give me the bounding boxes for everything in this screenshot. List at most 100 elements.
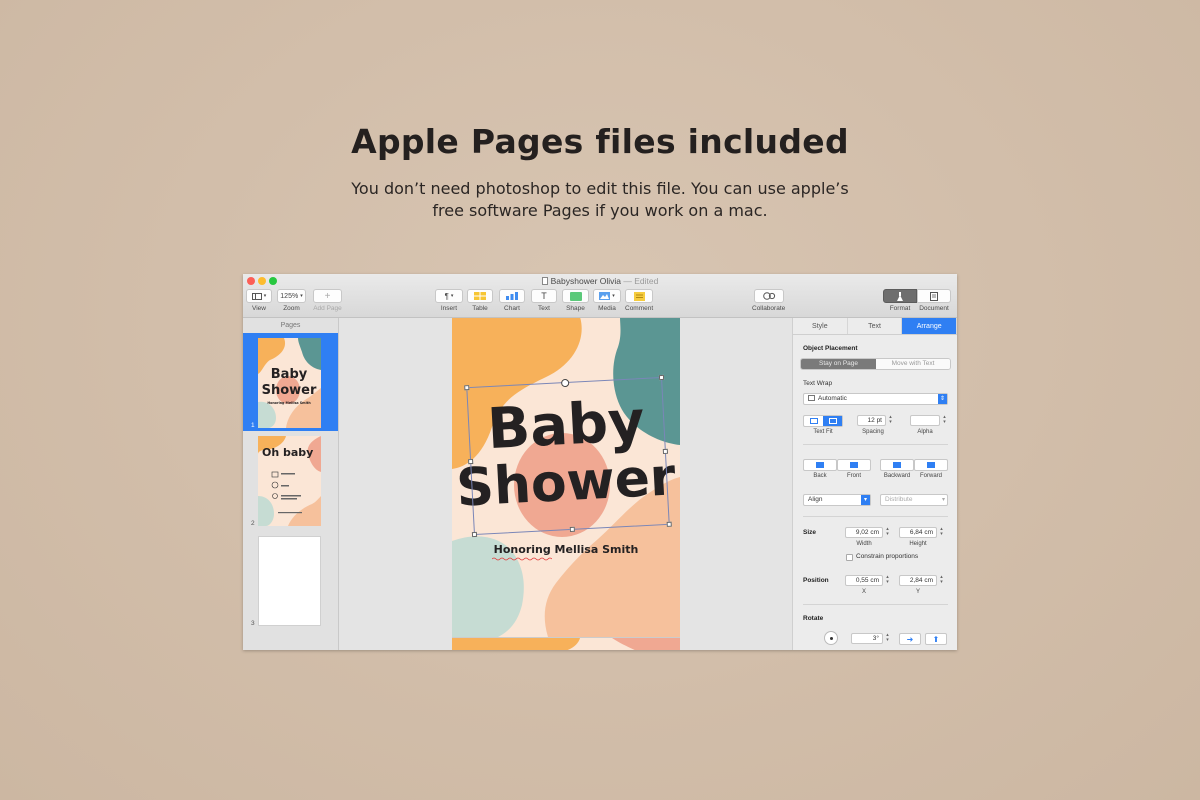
y-position-field[interactable]: 2,84 cm — [899, 575, 937, 586]
bar-chart-icon — [506, 292, 518, 300]
y-label: Y — [915, 589, 920, 595]
text-box-icon: T — [541, 291, 547, 301]
rotate-handle[interactable] — [560, 378, 570, 388]
rotate-dial-indicator — [829, 636, 833, 640]
send-backward-icon — [893, 462, 901, 468]
chevron-down-icon: ▾ — [300, 293, 303, 299]
text-fit-tight-icon — [804, 416, 823, 426]
text-control[interactable]: T Text — [531, 289, 557, 312]
y-position-stepper[interactable]: ▴ ▾ — [939, 575, 944, 586]
table-control[interactable]: Table — [467, 289, 493, 312]
document-page-1[interactable]: Baby Shower Honoring Mellisa Smith — [452, 318, 680, 637]
media-button[interactable]: ▾ — [593, 289, 621, 303]
text-fit-control[interactable] — [803, 415, 843, 427]
selection-box[interactable] — [464, 374, 672, 538]
text-button[interactable]: T — [531, 289, 557, 303]
insert-control[interactable]: ¶ ▾ Insert — [435, 289, 463, 312]
height-field[interactable]: 6,84 cm — [899, 527, 937, 538]
add-page-button[interactable]: + — [313, 289, 342, 303]
zoom-button[interactable]: 125% ▾ — [277, 289, 306, 303]
page-thumbnail-1[interactable]: Baby Shower Honoring Mellisa Smith 1 — [243, 333, 338, 431]
x-position-field[interactable]: 0,55 cm — [845, 575, 883, 586]
distribute-select[interactable]: Distribute ▾ — [880, 494, 948, 506]
spellcheck-underline — [492, 557, 552, 561]
comment-control[interactable]: Comment — [625, 289, 653, 312]
x-position-stepper[interactable]: ▴ ▾ — [885, 575, 890, 586]
honoring-text[interactable]: Honoring Mellisa Smith — [452, 543, 680, 556]
zoom-control[interactable]: 125% ▾ Zoom — [277, 289, 306, 312]
collaborate-icon — [762, 292, 775, 300]
collaborate-control[interactable]: Collaborate — [752, 289, 785, 312]
flip-vertical-button[interactable]: ⬆ — [925, 633, 947, 645]
view-button[interactable]: ▾ — [246, 289, 272, 303]
page-1-artwork: Baby Shower Honoring Mellisa Smith — [258, 338, 321, 428]
angle-field[interactable]: 3° — [851, 633, 883, 644]
svg-text:Oh baby: Oh baby — [262, 446, 313, 459]
height-stepper[interactable]: ▴ ▾ — [939, 527, 944, 538]
comment-button[interactable] — [625, 289, 653, 303]
document-page-2[interactable] — [452, 637, 680, 650]
back-label: Back — [813, 473, 827, 479]
constrain-proportions-checkbox[interactable] — [846, 554, 853, 561]
paragraph-icon: ¶ — [444, 291, 449, 301]
shape-button[interactable] — [562, 289, 589, 303]
resize-handle-top-right[interactable] — [658, 374, 665, 381]
resize-handle-left[interactable] — [468, 458, 474, 465]
bring-to-front-button[interactable] — [837, 459, 871, 471]
media-control[interactable]: ▾ Media — [593, 289, 621, 312]
send-backward-button[interactable] — [880, 459, 914, 471]
object-placement-control[interactable]: Stay on Page Move with Text — [800, 358, 951, 370]
text-fit-label: Text Fit — [813, 429, 833, 435]
width-stepper[interactable]: ▴ ▾ — [885, 527, 890, 538]
resize-handle-bottom-right[interactable] — [666, 521, 672, 527]
shape-control[interactable]: Shape — [562, 289, 589, 312]
tab-style[interactable]: Style — [793, 318, 848, 334]
page-thumbnail-2[interactable]: Oh baby 2 — [243, 431, 338, 529]
width-field[interactable]: 9,02 cm — [845, 527, 883, 538]
format-button[interactable] — [883, 289, 917, 303]
insert-button[interactable]: ¶ ▾ — [435, 289, 463, 303]
tab-arrange[interactable]: Arrange — [902, 318, 957, 334]
text-wrap-select[interactable]: Automatic ⇕ — [803, 393, 948, 405]
chart-control[interactable]: Chart — [499, 289, 525, 312]
document-canvas[interactable]: Baby Shower Honoring Mellisa Smith — [339, 318, 792, 650]
chevron-down-icon: ▾ — [861, 495, 870, 505]
view-control[interactable]: ▾ View — [246, 289, 272, 312]
collaborate-label: Collaborate — [752, 305, 786, 312]
send-to-back-button[interactable] — [803, 459, 837, 471]
table-button[interactable] — [467, 289, 493, 303]
spacing-field[interactable]: 12 pt — [857, 415, 886, 426]
window-title: Babyshower Olivia — Edited — [243, 276, 957, 286]
alpha-field[interactable] — [910, 415, 940, 426]
insert-label: Insert — [440, 305, 458, 312]
bring-forward-button[interactable] — [914, 459, 948, 471]
chart-button[interactable] — [499, 289, 525, 303]
inspector-toggle[interactable]: Format Document — [883, 289, 951, 312]
view-label: View — [252, 305, 266, 312]
spacing-label: Spacing — [862, 429, 884, 435]
rotate-dial[interactable] — [824, 631, 838, 645]
add-page-control[interactable]: + Add Page — [313, 289, 342, 312]
page-thumbnail-3[interactable]: 3 — [243, 531, 338, 629]
spacing-stepper[interactable]: ▴ ▾ — [888, 415, 893, 426]
bring-to-front-icon — [850, 462, 858, 468]
angle-stepper[interactable]: ▴ ▾ — [885, 633, 890, 644]
resize-handle-bottom[interactable] — [569, 526, 575, 533]
forward-label: Forward — [919, 473, 942, 479]
divider — [803, 516, 948, 517]
stay-on-page-option[interactable]: Stay on Page — [801, 359, 876, 369]
page-2-artwork: Oh baby — [258, 436, 321, 526]
alpha-stepper[interactable]: ▴ ▾ — [942, 415, 947, 426]
arrow-right-icon: ➜ — [906, 634, 914, 644]
document-button[interactable] — [917, 289, 951, 303]
collaborate-button[interactable] — [753, 289, 784, 303]
move-with-text-option[interactable]: Move with Text — [876, 359, 950, 369]
resize-handle-bottom-left[interactable] — [471, 531, 478, 538]
image-icon — [599, 292, 611, 300]
table-icon — [474, 292, 486, 300]
align-select[interactable]: Align ▾ — [803, 494, 871, 506]
tab-text[interactable]: Text — [848, 318, 903, 334]
resize-handle-top-left[interactable] — [464, 385, 470, 391]
flip-horizontal-button[interactable]: ➜ — [899, 633, 921, 645]
resize-handle-right[interactable] — [662, 448, 669, 455]
